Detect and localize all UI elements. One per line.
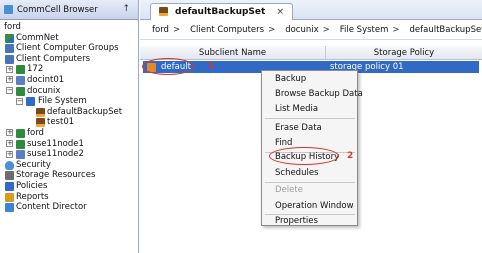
breadcrumb-separator: > [392,24,400,35]
expand-icon[interactable]: + [6,65,13,73]
reports-icon [5,192,14,202]
annotation-step-1: 1 [208,61,215,71]
tab-bar: defaultBackupSet × [140,0,482,20]
commcell-browser-panel: CommCell Browser ↑ ford CommNet Client C… [0,0,139,253]
tree-item-reports[interactable]: Reports [0,192,138,203]
annotation-step-2: 2 [347,151,354,161]
tree-item-ford-client[interactable]: + ford [0,128,138,139]
menu-item-operation-window[interactable]: Operation Window [275,200,354,213]
tree-item-client-computers[interactable]: Client Computers [0,54,138,65]
collapse-icon[interactable]: − [16,97,23,105]
menu-item-erase-data[interactable]: Erase Data [275,122,322,135]
menu-item-browse-backup-data[interactable]: Browse Backup Data [275,88,363,101]
storage-icon [5,171,14,181]
client-icon [16,128,25,138]
file-system-icon [26,97,35,107]
tab-label: defaultBackupSet [175,7,266,17]
menu-item-delete: Delete [275,185,303,195]
menu-item-schedules[interactable]: Schedules [275,167,319,180]
client-icon [16,139,25,149]
client-icon [16,86,25,96]
breadcrumb-item-docunix[interactable]: docunix [285,25,318,35]
expand-icon[interactable]: + [6,140,13,148]
annotation-ellipse-backup-history [269,147,339,165]
menu-separator [265,118,355,119]
commcell-browser-header: CommCell Browser ↑ [0,0,138,20]
tree-item-ford-root[interactable]: ford [0,22,138,33]
breadcrumb: ford > Client Computers > docunix > File… [140,20,482,40]
tree-item-defaultbackupset[interactable]: defaultBackupSet [0,107,138,118]
commnet-icon [5,33,14,43]
tree-item-commnet[interactable]: CommNet [0,33,138,44]
client-icon [16,65,25,75]
backupset-icon [159,7,168,16]
menu-item-list-media[interactable]: List Media [275,103,318,116]
subclient-table-header: Subclient Name Storage Policy [140,46,482,60]
client-computers-icon [5,54,14,64]
backupset-icon [36,107,45,117]
tree-item-storage-resources[interactable]: Storage Resources [0,170,138,181]
breadcrumb-separator: > [322,24,330,35]
menu-item-properties[interactable]: Properties [275,215,318,228]
breadcrumb-item-file-system[interactable]: File System [340,25,389,35]
commcell-browser-title: CommCell Browser [17,4,98,15]
tree-item-suse11node1[interactable]: + suse11node1 [0,139,138,150]
pin-icon[interactable]: ↑ [122,4,130,14]
security-icon [5,160,14,170]
annotation-ellipse-default [142,58,194,75]
tree-item-test01[interactable]: test01 [0,117,138,128]
tree-item-docunix[interactable]: − docunix [0,86,138,97]
tree-item-policies[interactable]: Policies [0,181,138,192]
client-icon [16,150,25,160]
backupset-icon [36,118,45,128]
tree-item-172[interactable]: + 172 [0,64,138,75]
close-icon[interactable]: × [276,7,284,17]
column-header-storage-policy[interactable]: Storage Policy [326,46,482,60]
expand-icon[interactable]: + [6,150,13,158]
breadcrumb-item-defaultbackupset[interactable]: defaultBackupSet [410,25,482,35]
menu-item-backup[interactable]: Backup [275,73,306,86]
commcell-browser-icon [4,5,13,14]
breadcrumb-item-ford[interactable]: ford [152,25,169,35]
expand-icon[interactable]: + [6,76,13,84]
commcell-tree: ford CommNet Client Computer Groups Clie… [0,20,138,213]
collapse-icon[interactable]: − [6,87,13,95]
content-director-icon [5,203,14,213]
tree-item-suse11node2[interactable]: + suse11node2 [0,149,138,160]
tab-defaultbackupset[interactable]: defaultBackupSet × [150,3,294,20]
tree-item-security[interactable]: Security [0,160,138,171]
tree-item-file-system[interactable]: − File System [0,96,138,107]
breadcrumb-separator: > [172,24,181,35]
policies-icon [5,181,14,191]
breadcrumb-item-client-computers[interactable]: Client Computers [190,25,264,35]
client-groups-icon [5,44,14,54]
menu-separator [265,182,355,183]
expand-icon[interactable]: + [6,129,13,137]
tree-item-content-director[interactable]: Content Director [0,202,138,213]
tree-item-docint01[interactable]: + docint01 [0,75,138,86]
tree-item-client-computer-groups[interactable]: Client Computer Groups [0,43,138,54]
breadcrumb-separator: > [268,24,276,35]
client-icon [16,75,25,85]
